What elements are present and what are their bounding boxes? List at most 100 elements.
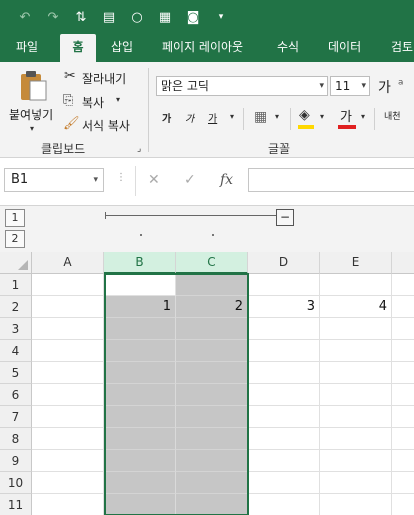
row-header[interactable]: 3	[0, 318, 32, 340]
cell[interactable]	[176, 472, 248, 494]
tab-insert[interactable]: 삽입	[111, 34, 133, 62]
row-header[interactable]: 6	[0, 384, 32, 406]
cell[interactable]	[176, 274, 248, 296]
select-all-corner[interactable]	[0, 252, 32, 274]
outline-level-1-button[interactable]: 1	[5, 209, 25, 227]
cell[interactable]	[32, 362, 104, 384]
cell[interactable]	[248, 450, 320, 472]
column-header-a[interactable]: A	[32, 252, 104, 274]
undo-icon[interactable]: ↶	[14, 6, 36, 28]
tab-page-layout[interactable]: 페이지 레이아웃	[162, 34, 243, 62]
cell[interactable]: 4	[320, 296, 392, 318]
phonetic-button[interactable]: 내천	[384, 109, 401, 122]
grow-font-button[interactable]: 가	[378, 77, 391, 97]
cell[interactable]	[32, 494, 104, 515]
cell[interactable]	[104, 384, 176, 406]
chevron-down-icon[interactable]: ▾	[320, 112, 324, 121]
enter-button[interactable]: ✓	[184, 172, 196, 188]
cell[interactable]	[392, 494, 414, 515]
cell[interactable]	[392, 340, 414, 362]
bold-button[interactable]: 가	[162, 110, 171, 125]
cell[interactable]	[248, 406, 320, 428]
font-color-button[interactable]: 가	[340, 106, 352, 125]
column-header-d[interactable]: D	[248, 252, 320, 274]
grid-icon[interactable]: ▦	[154, 6, 176, 28]
chevron-down-icon[interactable]: ▾	[275, 112, 279, 121]
cell[interactable]	[248, 384, 320, 406]
cell[interactable]	[392, 274, 414, 296]
cell[interactable]	[32, 428, 104, 450]
formula-input[interactable]	[248, 168, 414, 192]
column-header-e[interactable]: E	[320, 252, 392, 274]
cell[interactable]	[176, 494, 248, 515]
cell[interactable]	[176, 428, 248, 450]
underline-button[interactable]: 가	[208, 110, 217, 125]
row-header[interactable]: 4	[0, 340, 32, 362]
cell[interactable]	[176, 318, 248, 340]
name-box[interactable]: B1 ▾	[4, 168, 104, 192]
column-header-f[interactable]	[392, 252, 414, 274]
fill-color-icon[interactable]: ◈	[299, 107, 310, 123]
redo-icon[interactable]: ↷	[42, 6, 64, 28]
cancel-button[interactable]: ✕	[148, 172, 160, 188]
tab-file[interactable]: 파일	[16, 34, 38, 62]
cell[interactable]	[392, 472, 414, 494]
dialog-launcher-icon[interactable]: ⌟	[137, 144, 141, 154]
cell[interactable]	[320, 450, 392, 472]
cell[interactable]: 2	[176, 296, 248, 318]
cell[interactable]: 3	[248, 296, 320, 318]
collapse-group-button[interactable]: −	[276, 209, 294, 226]
cell[interactable]	[320, 274, 392, 296]
cell[interactable]	[248, 472, 320, 494]
cell[interactable]	[104, 318, 176, 340]
cell[interactable]	[248, 494, 320, 515]
cell[interactable]	[392, 318, 414, 340]
cell[interactable]	[392, 362, 414, 384]
row-header[interactable]: 11	[0, 494, 32, 515]
tab-review[interactable]: 검토	[391, 34, 413, 62]
cut-button[interactable]: 잘라내기	[82, 70, 126, 87]
chevron-down-icon[interactable]: ▾	[230, 112, 234, 121]
cell[interactable]	[32, 384, 104, 406]
cell[interactable]	[32, 274, 104, 296]
cell[interactable]: 1	[104, 296, 176, 318]
cell[interactable]	[320, 428, 392, 450]
cell[interactable]	[104, 472, 176, 494]
cell[interactable]	[320, 384, 392, 406]
cell[interactable]	[32, 450, 104, 472]
row-header[interactable]: 10	[0, 472, 32, 494]
cell[interactable]	[392, 296, 414, 318]
cell[interactable]	[104, 428, 176, 450]
camera-icon[interactable]: ◙	[182, 6, 204, 28]
cell[interactable]	[320, 406, 392, 428]
cell[interactable]	[320, 362, 392, 384]
cell[interactable]	[32, 472, 104, 494]
copy-button[interactable]: 복사	[82, 94, 104, 111]
cell[interactable]	[104, 274, 176, 296]
cell[interactable]	[176, 406, 248, 428]
cell[interactable]	[176, 384, 248, 406]
outline-level-2-button[interactable]: 2	[5, 230, 25, 248]
cell[interactable]	[104, 406, 176, 428]
format-painter-button[interactable]: 서식 복사	[82, 117, 130, 134]
shrink-font-icon[interactable]: ᵃ	[398, 77, 403, 93]
sort-icon[interactable]: ⇅	[70, 6, 92, 28]
cell[interactable]	[176, 450, 248, 472]
tab-formulas[interactable]: 수식	[277, 34, 299, 62]
customize-icon[interactable]: ▾	[210, 6, 232, 28]
cell[interactable]	[104, 494, 176, 515]
row-header[interactable]: 1	[0, 274, 32, 296]
paste-button[interactable]: 붙여넣기 ▾	[8, 68, 56, 133]
form-icon[interactable]: ▤	[98, 6, 120, 28]
cell[interactable]	[32, 406, 104, 428]
cell[interactable]	[248, 340, 320, 362]
cell[interactable]	[176, 340, 248, 362]
cell[interactable]	[392, 384, 414, 406]
cell[interactable]	[392, 450, 414, 472]
row-header[interactable]: 9	[0, 450, 32, 472]
tab-data[interactable]: 데이터	[328, 34, 361, 62]
border-icon[interactable]: ▦	[254, 109, 267, 125]
tab-home[interactable]: 홈	[60, 34, 96, 62]
font-name-combo[interactable]: 맑은 고딕 ▾	[156, 76, 328, 96]
cell[interactable]	[320, 494, 392, 515]
